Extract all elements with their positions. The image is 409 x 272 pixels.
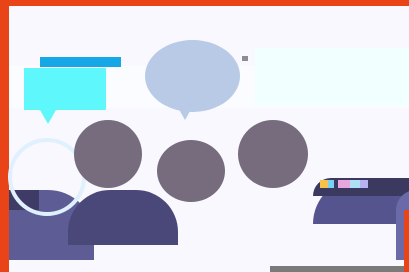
thought-bubble-tail xyxy=(176,104,194,120)
person-head-right xyxy=(238,120,308,188)
person-head-left xyxy=(74,120,142,188)
person-head-center xyxy=(157,140,225,202)
color-swatch xyxy=(350,180,360,188)
speech-bubble-tail xyxy=(40,110,56,124)
thought-bubble-icon xyxy=(145,40,240,112)
color-strip xyxy=(320,180,368,188)
mark-icon xyxy=(242,56,248,61)
cyan-field xyxy=(255,48,409,106)
speech-bubble-icon xyxy=(24,68,106,110)
speech-bubble-header xyxy=(40,57,121,67)
color-swatch xyxy=(328,180,334,188)
frame-right-edge xyxy=(404,210,409,272)
frame-left-edge xyxy=(0,0,9,272)
color-swatch xyxy=(338,180,350,188)
person-body-left xyxy=(68,190,178,245)
illustration-scene xyxy=(0,0,409,272)
bottom-bar xyxy=(270,266,409,272)
color-swatch xyxy=(360,180,368,188)
color-swatch xyxy=(320,180,328,188)
